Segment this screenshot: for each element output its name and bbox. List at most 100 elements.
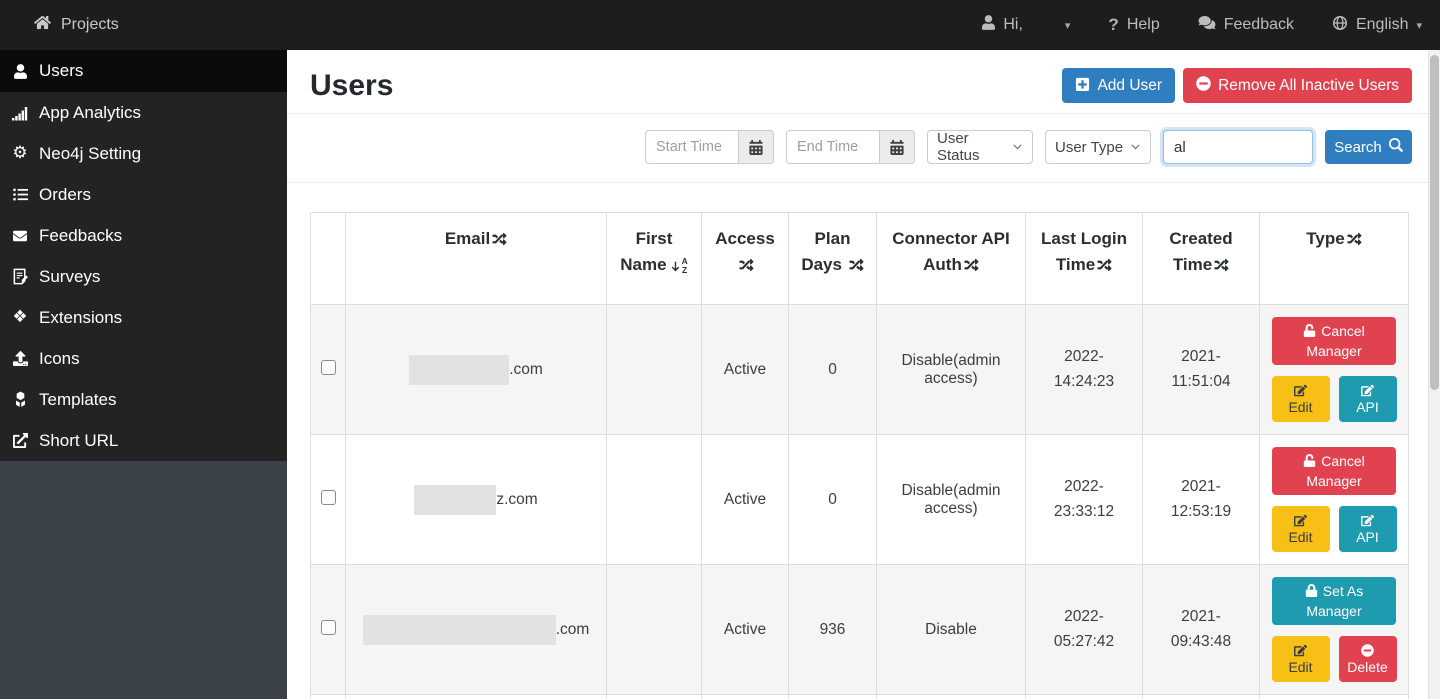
shuffle-sort-icon: [492, 232, 507, 246]
lock-icon: [1305, 584, 1318, 597]
cancel-manager-button[interactable]: Cancel Manager: [1272, 317, 1396, 366]
connector-api-auth-column-header[interactable]: Connector API Auth: [877, 213, 1026, 305]
external-link-icon: [10, 433, 30, 448]
shuffle-sort-icon: [1097, 258, 1112, 272]
feedback-label: Feedback: [1224, 16, 1294, 34]
calendar-icon[interactable]: [739, 130, 774, 164]
type-column-header[interactable]: Type: [1260, 213, 1409, 305]
sidebar-item-feedbacks[interactable]: Feedbacks: [0, 215, 287, 256]
first-name-cell: [607, 305, 702, 435]
created-time-cell: 2021-11:51:04: [1143, 305, 1260, 435]
chevron-down-icon: [1012, 139, 1023, 156]
row-checkbox[interactable]: [321, 360, 336, 375]
search-input[interactable]: [1163, 130, 1313, 164]
cancel-manager-button[interactable]: Cancel Manager: [1272, 447, 1396, 496]
delete-button[interactable]: Delete: [1339, 636, 1397, 682]
sidebar-item-extensions[interactable]: ❖ Extensions: [0, 297, 287, 338]
language-menu[interactable]: English ▾: [1332, 15, 1422, 36]
minus-circle-icon: [1196, 76, 1211, 96]
type-actions-cell: Set As Manager Edit Delete: [1260, 565, 1409, 695]
edit-button[interactable]: Edit: [1272, 636, 1330, 682]
cubes-icon: [10, 391, 30, 408]
access-cell: Active: [702, 305, 789, 435]
table-row: z.com Active 0 Disable(admin access) 202…: [311, 435, 1409, 565]
edit-button[interactable]: Edit: [1272, 376, 1330, 422]
divider: [287, 182, 1428, 183]
chevron-down-icon: [1130, 139, 1141, 156]
envelope-icon: [10, 229, 30, 243]
sidebar-item-neo4j-setting[interactable]: ⚙ Neo4j Setting: [0, 133, 287, 174]
sidebar-item-short-url[interactable]: Short URL: [0, 420, 287, 461]
row-checkbox[interactable]: [321, 620, 336, 635]
remove-all-inactive-users-button[interactable]: Remove All Inactive Users: [1183, 68, 1412, 103]
table-row: .com Active 0 Disable(admin access) 2022…: [311, 305, 1409, 435]
nav-projects[interactable]: Projects: [34, 15, 119, 35]
calendar-icon[interactable]: [880, 130, 915, 164]
minus-circle-icon: [1361, 644, 1374, 657]
user-icon: [982, 15, 995, 35]
shuffle-sort-icon: [739, 258, 754, 272]
home-icon: [34, 15, 51, 35]
extensions-icon: ❖: [10, 309, 30, 326]
connector-api-auth-cell: Disable: [877, 565, 1026, 695]
feedback-menu[interactable]: Feedback: [1198, 15, 1294, 35]
first-name-column-header[interactable]: First NameAZ: [607, 213, 702, 305]
user-status-select[interactable]: User Status: [927, 130, 1033, 164]
help-menu[interactable]: ? Help: [1108, 15, 1159, 35]
list-icon: [10, 187, 30, 202]
caret-down-icon: ▾: [1416, 19, 1422, 32]
sidebar-item-icons[interactable]: Icons: [0, 338, 287, 379]
sidebar-item-surveys[interactable]: Surveys: [0, 256, 287, 297]
sidebar-item-templates[interactable]: Templates: [0, 379, 287, 420]
row-checkbox[interactable]: [321, 490, 336, 505]
search-icon: [1389, 138, 1403, 156]
scrollbar-thumb[interactable]: [1430, 55, 1439, 390]
sidebar-item-label: Extensions: [39, 308, 122, 328]
bar-chart-icon: [10, 105, 30, 121]
plan-days-cell: 0: [789, 305, 877, 435]
search-button[interactable]: Search: [1325, 130, 1412, 164]
email-cell: .com: [346, 565, 607, 695]
sidebar-item-label: Users: [39, 61, 83, 81]
edit-button[interactable]: Edit: [1272, 506, 1330, 552]
user-menu[interactable]: Hi, ▾: [982, 15, 1070, 35]
sidebar-item-label: Short URL: [39, 431, 118, 451]
sidebar-item-label: App Analytics: [39, 103, 141, 123]
sidebar-item-users[interactable]: Users: [0, 50, 287, 92]
user-status-value: User Status: [937, 130, 1012, 164]
last-login-time-column-header[interactable]: Last Login Time: [1026, 213, 1143, 305]
user-type-select[interactable]: User Type: [1045, 130, 1151, 164]
start-time-input[interactable]: [645, 130, 739, 164]
last-login-cell: 2022-05:27:42: [1026, 565, 1143, 695]
end-time-input[interactable]: [786, 130, 880, 164]
feedback-icon: [1198, 15, 1216, 35]
select-cell: [311, 565, 346, 695]
api-button[interactable]: API: [1339, 376, 1397, 422]
add-user-button[interactable]: Add User: [1062, 68, 1175, 103]
end-time-group: [786, 130, 915, 164]
sidebar-item-app-analytics[interactable]: App Analytics: [0, 92, 287, 133]
table-row: .com Active 936 Disable 2022-05:27:42 20…: [311, 565, 1409, 695]
created-time-column-header[interactable]: Created Time: [1143, 213, 1260, 305]
plan-days-cell: 0: [789, 435, 877, 565]
table-header-row: Email First NameAZ Access Plan Days Conn…: [311, 213, 1409, 305]
plan-days-column-header[interactable]: Plan Days: [789, 213, 877, 305]
shuffle-sort-icon: [964, 258, 979, 272]
user-type-value: User Type: [1055, 139, 1123, 156]
divider: [287, 113, 1428, 114]
upload-icon: [10, 351, 30, 366]
sidebar-item-label: Surveys: [39, 267, 100, 287]
header-buttons: Add User Remove All Inactive Users: [1062, 68, 1412, 103]
sidebar-item-label: Orders: [39, 185, 91, 205]
vertical-scrollbar[interactable]: [1428, 50, 1440, 699]
api-button[interactable]: API: [1339, 506, 1397, 552]
email-column-header[interactable]: Email: [346, 213, 607, 305]
edit-icon: [1294, 384, 1307, 397]
sort-alpha-down-icon: AZ: [670, 257, 688, 275]
access-column-header[interactable]: Access: [702, 213, 789, 305]
created-time-cell: 2021-12:53:19: [1143, 435, 1260, 565]
set-as-manager-button[interactable]: Set As Manager: [1272, 577, 1396, 626]
search-button-label: Search: [1334, 139, 1382, 156]
greeting-label: Hi,: [1003, 16, 1023, 34]
sidebar-item-orders[interactable]: Orders: [0, 174, 287, 215]
